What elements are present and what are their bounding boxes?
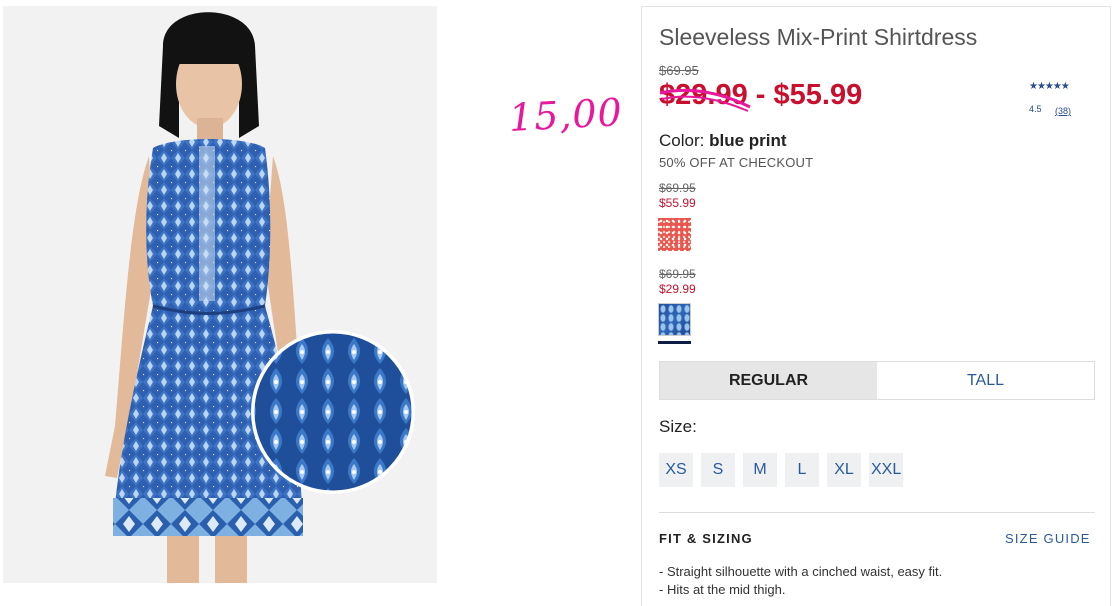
color-label-text: Color:	[659, 131, 705, 150]
product-image[interactable]	[3, 6, 437, 583]
size-button-l[interactable]: L	[785, 453, 819, 487]
color-value: blue print	[709, 131, 787, 150]
size-button-xs[interactable]: XS	[659, 453, 693, 487]
review-count-link[interactable]: (38)	[1055, 106, 1071, 116]
selected-swatch-indicator	[658, 341, 691, 344]
tab-regular[interactable]: REGULAR	[660, 362, 877, 399]
sale-price-high: $55.99	[773, 79, 863, 111]
product-title: Sleeveless Mix-Print Shirtdress	[659, 24, 978, 50]
sale-price-low: $29.99	[659, 79, 748, 111]
size-selector: XS S M L XL XXL	[659, 453, 904, 487]
swatch-sale-price: $29.99	[659, 282, 696, 296]
color-swatch-blue-print[interactable]	[658, 303, 691, 336]
swatch-original-price: $69.95	[659, 181, 696, 195]
model-photo	[3, 6, 437, 583]
size-button-xl[interactable]: XL	[827, 453, 861, 487]
price-separator: -	[755, 79, 766, 111]
swatch-sale-price: $55.99	[659, 196, 696, 210]
product-info-panel: Sleeveless Mix-Print Shirtdress $69.95 $…	[641, 6, 1111, 606]
size-label: Size:	[659, 417, 697, 436]
fit-tabs: REGULAR TALL	[659, 361, 1095, 400]
rating-stars-icon[interactable]: ★★★★★	[1029, 81, 1070, 92]
rating-value: 4.5	[1029, 104, 1042, 114]
sale-price-range: $29.99 - $55.99	[659, 79, 862, 112]
tab-tall[interactable]: TALL	[877, 362, 1094, 399]
size-guide-link[interactable]: SIZE GUIDE	[1005, 531, 1091, 546]
original-price: $69.95	[659, 63, 699, 78]
color-swatch-red-print[interactable]	[658, 218, 691, 251]
size-button-s[interactable]: S	[701, 453, 735, 487]
size-button-xxl[interactable]: XXL	[869, 453, 904, 487]
size-button-m[interactable]: M	[743, 453, 777, 487]
fit-details-list: - Straight silhouette with a cinched wai…	[659, 563, 942, 599]
swatch-original-price: $69.95	[659, 267, 696, 281]
fit-sizing-heading[interactable]: FIT & SIZING	[659, 531, 753, 546]
section-divider	[659, 512, 1095, 513]
color-label: Color: blue print	[659, 131, 787, 151]
promo-text: 50% OFF AT CHECKOUT	[659, 155, 814, 170]
price-annotation: 15,00	[507, 90, 624, 140]
list-item: - Hits at the mid thigh.	[659, 582, 786, 597]
list-item: - Straight silhouette with a cinched wai…	[659, 564, 943, 579]
